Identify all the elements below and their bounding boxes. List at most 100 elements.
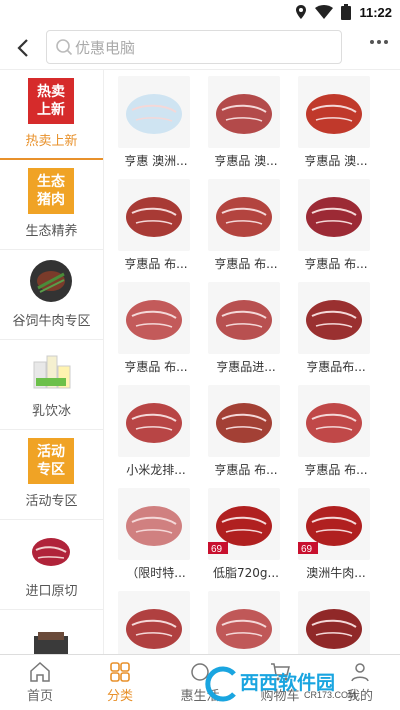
beef-cubes-icon <box>208 179 280 251</box>
product-card[interactable]: 69 低脂720g... <box>200 482 290 585</box>
sidebar-item-label: 谷饲牛肉专区 <box>12 314 91 329</box>
product-card[interactable]: 69 澳洲牛肉... <box>290 482 380 585</box>
top-bar <box>0 26 400 70</box>
sliced-beef-tray-icon <box>208 591 280 654</box>
tag-line: 猪肉 <box>37 192 65 208</box>
product-card[interactable]: 亨惠品 布... <box>200 173 290 276</box>
tab-label: 首页 <box>26 689 53 704</box>
eco-pork-tag-icon: 生态 猪肉 <box>28 168 74 214</box>
status-icons: 11:22 <box>295 4 392 20</box>
product-title: 亨惠品进... <box>216 360 276 374</box>
product-title: 亨惠品 布... <box>124 257 188 271</box>
search-icon <box>55 38 73 60</box>
sidebar-item-label: 进口原切 <box>25 584 78 599</box>
skewers-icon <box>298 385 370 457</box>
packaged-meat-icon <box>118 76 190 148</box>
home-icon <box>30 661 50 682</box>
product-card[interactable]: 亨惠品 布... <box>110 276 200 379</box>
sidebar-item-grain-fed-beef[interactable]: 谷饲牛肉专区 <box>0 250 103 340</box>
tab-home[interactable]: 首页 <box>0 655 80 710</box>
search-box[interactable] <box>46 30 342 64</box>
ribs-slices-icon <box>118 282 190 354</box>
gift-box-icon <box>28 618 74 654</box>
status-time: 11:22 <box>359 4 392 20</box>
product-card[interactable]: 亨惠品 澳... <box>200 70 290 173</box>
product-title: 亨惠品 布... <box>304 257 368 271</box>
product-title: 亨惠品 布... <box>304 463 368 477</box>
back-button[interactable] <box>10 34 36 62</box>
product-card[interactable]: 亨惠品 澳... <box>290 70 380 173</box>
category-grid-icon <box>110 662 130 682</box>
sidebar-item-label: 热卖上新 <box>25 134 78 149</box>
product-title: 亨惠品 澳... <box>214 154 278 168</box>
watermark-logo-icon <box>205 666 236 702</box>
site-watermark: 西西软件园 CR173.COM <box>204 664 394 706</box>
short-ribs-icon <box>118 179 190 251</box>
more-options-icon[interactable] <box>370 40 388 44</box>
product-card[interactable]: 亨惠品 布... <box>200 379 290 482</box>
product-title: 亨惠 澳洲... <box>124 154 188 168</box>
wifi-icon <box>315 5 334 19</box>
tag-line: 生态 <box>37 174 65 190</box>
tab-category[interactable]: 分类 <box>80 655 160 710</box>
product-card[interactable]: 亨惠品布... <box>290 276 380 379</box>
product-card[interactable]: 亨惠 澳洲... <box>110 70 200 173</box>
product-card[interactable]: 亨惠品 布... <box>290 379 380 482</box>
product-card[interactable]: 亨惠品 布... <box>290 173 380 276</box>
sidebar-item-imported-cuts[interactable]: 进口原切 <box>0 520 103 610</box>
search-input[interactable] <box>75 37 331 59</box>
raw-steak-icon <box>28 528 74 574</box>
meatballs-icon <box>298 76 370 148</box>
product-card[interactable]: （限时特... <box>110 482 200 585</box>
tag-line: 专区 <box>37 462 65 478</box>
sidebar-item-hot-new[interactable]: 热卖 上新 热卖上新 <box>0 70 103 160</box>
sidebar-item-dairy[interactable]: 乳饮冰 <box>0 340 103 430</box>
sliced-beef-tray-icon <box>118 591 190 654</box>
product-title: 亨惠品 澳... <box>304 154 368 168</box>
battery-icon <box>341 4 352 20</box>
trays-icon <box>118 488 190 560</box>
price-label: 69 <box>301 544 313 555</box>
status-bar: 11:22 <box>0 0 400 26</box>
sidebar-item-eco-pork[interactable]: 生态 猪肉 生态精养 <box>0 160 103 250</box>
tab-label: 分类 <box>106 689 133 704</box>
product-title: 小米龙排... <box>126 463 186 477</box>
sidebar-item-promotions[interactable]: 活动 专区 活动专区 <box>0 430 103 520</box>
beef-balls-box-icon: 69 <box>208 488 280 560</box>
tag-line: 热卖 <box>37 84 65 100</box>
location-icon <box>296 5 307 19</box>
beef-patty-box-icon: 69 <box>298 488 370 560</box>
beef-roast-icon <box>208 385 280 457</box>
product-title: 亨惠品 布... <box>124 360 188 374</box>
product-card[interactable]: 亨惠品进... <box>200 276 290 379</box>
product-card[interactable] <box>110 585 200 654</box>
watermark-sub: CR173.COM <box>304 690 356 700</box>
sidebar-item-gift-box[interactable] <box>0 610 103 654</box>
product-grid: 亨惠 澳洲... 亨惠品 澳... 亨惠品 澳... 亨惠品 布... 亨惠品 布...… <box>108 70 400 654</box>
beef-slab-icon <box>118 385 190 457</box>
product-title: 低脂720g... <box>213 566 279 580</box>
sidebar-item-label: 乳饮冰 <box>31 404 71 419</box>
sidebar-item-label: 活动专区 <box>25 494 78 509</box>
product-title: 澳洲牛肉... <box>306 566 366 580</box>
product-card[interactable]: 亨惠品 布... <box>110 173 200 276</box>
beef-cubes-dark-icon <box>298 591 370 654</box>
beef-patties-icon <box>298 179 370 251</box>
product-title: 亨惠品 布... <box>214 463 278 477</box>
beef-chunks-plate-icon <box>208 76 280 148</box>
product-title: 亨惠品 布... <box>214 257 278 271</box>
platter-icon <box>298 282 370 354</box>
hot-new-tag-icon: 热卖 上新 <box>28 78 74 124</box>
chevron-left-icon <box>17 39 28 57</box>
tag-line: 活动 <box>37 444 65 460</box>
product-card[interactable]: 小米龙排... <box>110 379 200 482</box>
category-sidebar: 热卖 上新 热卖上新 生态 猪肉 生态精养 谷饲牛肉专区 乳饮冰 活动 专区 活动专区… <box>0 70 104 654</box>
grilled-steak-icon <box>28 258 74 304</box>
promotions-tag-icon: 活动 专区 <box>28 438 74 484</box>
product-title: 亨惠品布... <box>306 360 366 374</box>
product-card[interactable] <box>200 585 290 654</box>
ribs-strips-icon <box>208 282 280 354</box>
sidebar-item-label: 生态精养 <box>25 224 78 239</box>
tag-line: 上新 <box>37 102 65 118</box>
product-card[interactable] <box>290 585 380 654</box>
